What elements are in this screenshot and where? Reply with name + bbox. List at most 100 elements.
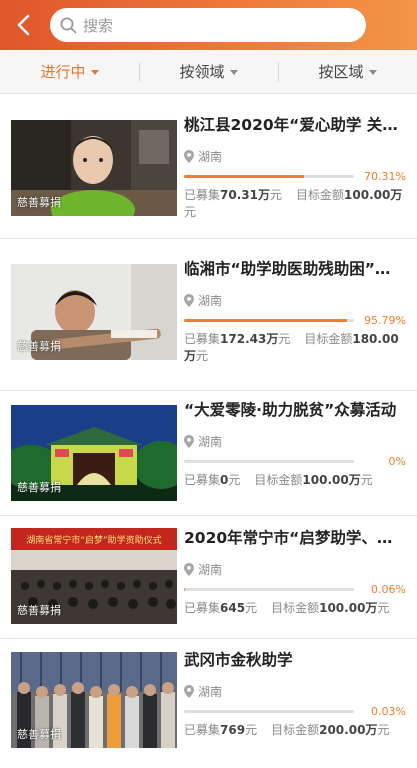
- target-label: 目标金额: [271, 723, 320, 737]
- raised-unit: 元: [245, 723, 258, 737]
- raised-value: 70.31万: [220, 188, 270, 202]
- project-location: 湖南: [184, 561, 406, 577]
- target-unit: 元: [360, 473, 373, 487]
- location-pin-icon: [184, 434, 194, 448]
- project-thumbnail: 湖南省常宁市“启梦”助学资助仪式 慈善募捐: [11, 528, 177, 624]
- project-title: “大爱零陵·助力脱贫”众募活动: [184, 401, 397, 419]
- target-value: 200.00万: [319, 723, 378, 737]
- search-input[interactable]: 搜索: [50, 8, 366, 42]
- project-location: 湖南: [184, 683, 406, 699]
- project-title: 桃江县2020年“爱心助学 关…: [184, 116, 398, 134]
- raised-unit: 元: [269, 188, 282, 202]
- progress-bar: [184, 318, 354, 322]
- raised-value: 769: [220, 723, 246, 737]
- location-pin-icon: [184, 149, 194, 163]
- project-info: 武冈市金秋助学 湖南 0.03% 已募集769元 目标金额200.00万元: [184, 649, 406, 739]
- location-pin-icon: [184, 293, 194, 307]
- project-stats: 已募集769元 目标金额200.00万元: [184, 722, 406, 739]
- banner-text: 湖南省常宁市“启梦”助学资助仪式: [26, 534, 161, 546]
- progress-percent: 0%: [388, 454, 406, 468]
- progress-row: 70.31%: [184, 169, 406, 183]
- caret-down-icon: [368, 70, 377, 75]
- progress-fill: [184, 174, 304, 178]
- target-value: 100.00万: [344, 188, 403, 202]
- target-label: 目标金额: [254, 473, 303, 487]
- raised-unit: 元: [228, 473, 241, 487]
- location-label: 湖南: [198, 149, 223, 164]
- filter-region-label: 按区域: [318, 63, 364, 81]
- project-location: 湖南: [184, 292, 406, 308]
- project-thumbnail: 慈善募捐: [11, 264, 177, 360]
- target-label: 目标金额: [304, 332, 353, 346]
- search-icon: [60, 17, 77, 33]
- project-card[interactable]: 湖南省常宁市“启梦”助学资助仪式 慈善募捐 2020年常宁市“启梦助学、… 湖南…: [0, 516, 417, 639]
- progress-percent: 0.03%: [371, 704, 406, 718]
- search-placeholder: 搜索: [83, 16, 114, 35]
- project-card[interactable]: 慈善募捐 桃江县2020年“爱心助学 关… 湖南 70.31% 已募集70.31…: [0, 95, 417, 239]
- project-card[interactable]: 慈善募捐 “大爱零陵·助力脱贫”众募活动 湖南 0% 已募集0元 目标金额100.…: [0, 391, 417, 516]
- progress-percent: 95.79%: [364, 313, 406, 327]
- progress-percent: 70.31%: [364, 169, 406, 183]
- project-stats: 已募集172.43万元 目标金额180.00万元: [184, 331, 406, 365]
- project-stats: 已募集0元 目标金额100.00万元: [184, 472, 406, 489]
- project-location: 湖南: [184, 433, 406, 449]
- project-info: 桃江县2020年“爱心助学 关… 湖南 70.31% 已募集70.31万元 目标金…: [184, 114, 406, 221]
- progress-fill: [184, 318, 347, 322]
- progress-percent: 0.06%: [371, 582, 406, 596]
- project-list: 慈善募捐 桃江县2020年“爱心助学 关… 湖南 70.31% 已募集70.31…: [0, 95, 417, 768]
- project-thumbnail: 慈善募捐: [11, 120, 177, 216]
- location-pin-icon: [184, 562, 194, 576]
- target-unit: 元: [196, 349, 209, 363]
- progress-bar: [184, 709, 354, 713]
- caret-down-icon: [229, 70, 238, 75]
- project-info: “大爱零陵·助力脱贫”众募活动 湖南 0% 已募集0元 目标金额100.00万元: [184, 399, 406, 489]
- raised-label: 已募集: [184, 473, 221, 487]
- project-info: 临湘市“助学助医助残助困”… 湖南 95.79% 已募集172.43万元 目标金额…: [184, 258, 406, 365]
- filter-status-label: 进行中: [40, 63, 86, 81]
- location-label: 湖南: [198, 293, 223, 308]
- filter-status[interactable]: 进行中: [0, 50, 139, 93]
- raised-unit: 元: [278, 332, 291, 346]
- target-value: 100.00万: [302, 473, 361, 487]
- caret-down-icon: [90, 70, 99, 75]
- filter-region[interactable]: 按区域: [278, 50, 417, 93]
- raised-unit: 元: [245, 601, 258, 615]
- project-title: 临湘市“助学助医助残助困”…: [184, 260, 391, 278]
- progress-row: 0%: [184, 454, 406, 468]
- project-info: 2020年常宁市“启梦助学、… 湖南 0.06% 已募集645元 目标金额100.…: [184, 527, 406, 617]
- target-unit: 元: [184, 205, 197, 219]
- app-header: 搜索: [0, 0, 417, 50]
- target-value: 100.00万: [319, 601, 378, 615]
- progress-bar: [184, 587, 354, 591]
- project-title: 武冈市金秋助学: [184, 651, 293, 669]
- target-label: 目标金额: [296, 188, 345, 202]
- target-unit: 元: [377, 723, 390, 737]
- progress-row: 0.03%: [184, 704, 406, 718]
- target-label: 目标金额: [271, 601, 320, 615]
- project-card[interactable]: 慈善募捐 临湘市“助学助医助残助困”… 湖南 95.79% 已募集172.43万…: [0, 239, 417, 391]
- filter-field[interactable]: 按领域: [139, 50, 278, 93]
- project-thumbnail: 慈善募捐: [11, 405, 177, 501]
- location-pin-icon: [184, 684, 194, 698]
- charity-tag: 慈善募捐: [17, 340, 61, 353]
- location-label: 湖南: [198, 684, 223, 699]
- raised-label: 已募集: [184, 188, 221, 202]
- progress-bar: [184, 174, 354, 178]
- progress-row: 95.79%: [184, 313, 406, 327]
- project-stats: 已募集645元 目标金额100.00万元: [184, 600, 406, 617]
- project-location: 湖南: [184, 148, 406, 164]
- back-button[interactable]: [8, 9, 40, 41]
- raised-value: 172.43万: [220, 332, 279, 346]
- raised-label: 已募集: [184, 601, 221, 615]
- charity-tag: 慈善募捐: [17, 728, 61, 741]
- raised-value: 645: [220, 601, 246, 615]
- project-card[interactable]: 慈善募捐 武冈市金秋助学 湖南 0.03% 已募集769元 目标金额200.00万…: [0, 639, 417, 768]
- project-thumbnail: 慈善募捐: [11, 652, 177, 748]
- filter-field-label: 按领域: [179, 63, 225, 81]
- project-title: 2020年常宁市“启梦助学、…: [184, 529, 393, 547]
- project-stats: 已募集70.31万元 目标金额100.00万元: [184, 187, 406, 221]
- location-label: 湖南: [198, 562, 223, 577]
- chevron-left-icon: [17, 14, 30, 36]
- progress-bar: [184, 459, 354, 463]
- raised-label: 已募集: [184, 723, 221, 737]
